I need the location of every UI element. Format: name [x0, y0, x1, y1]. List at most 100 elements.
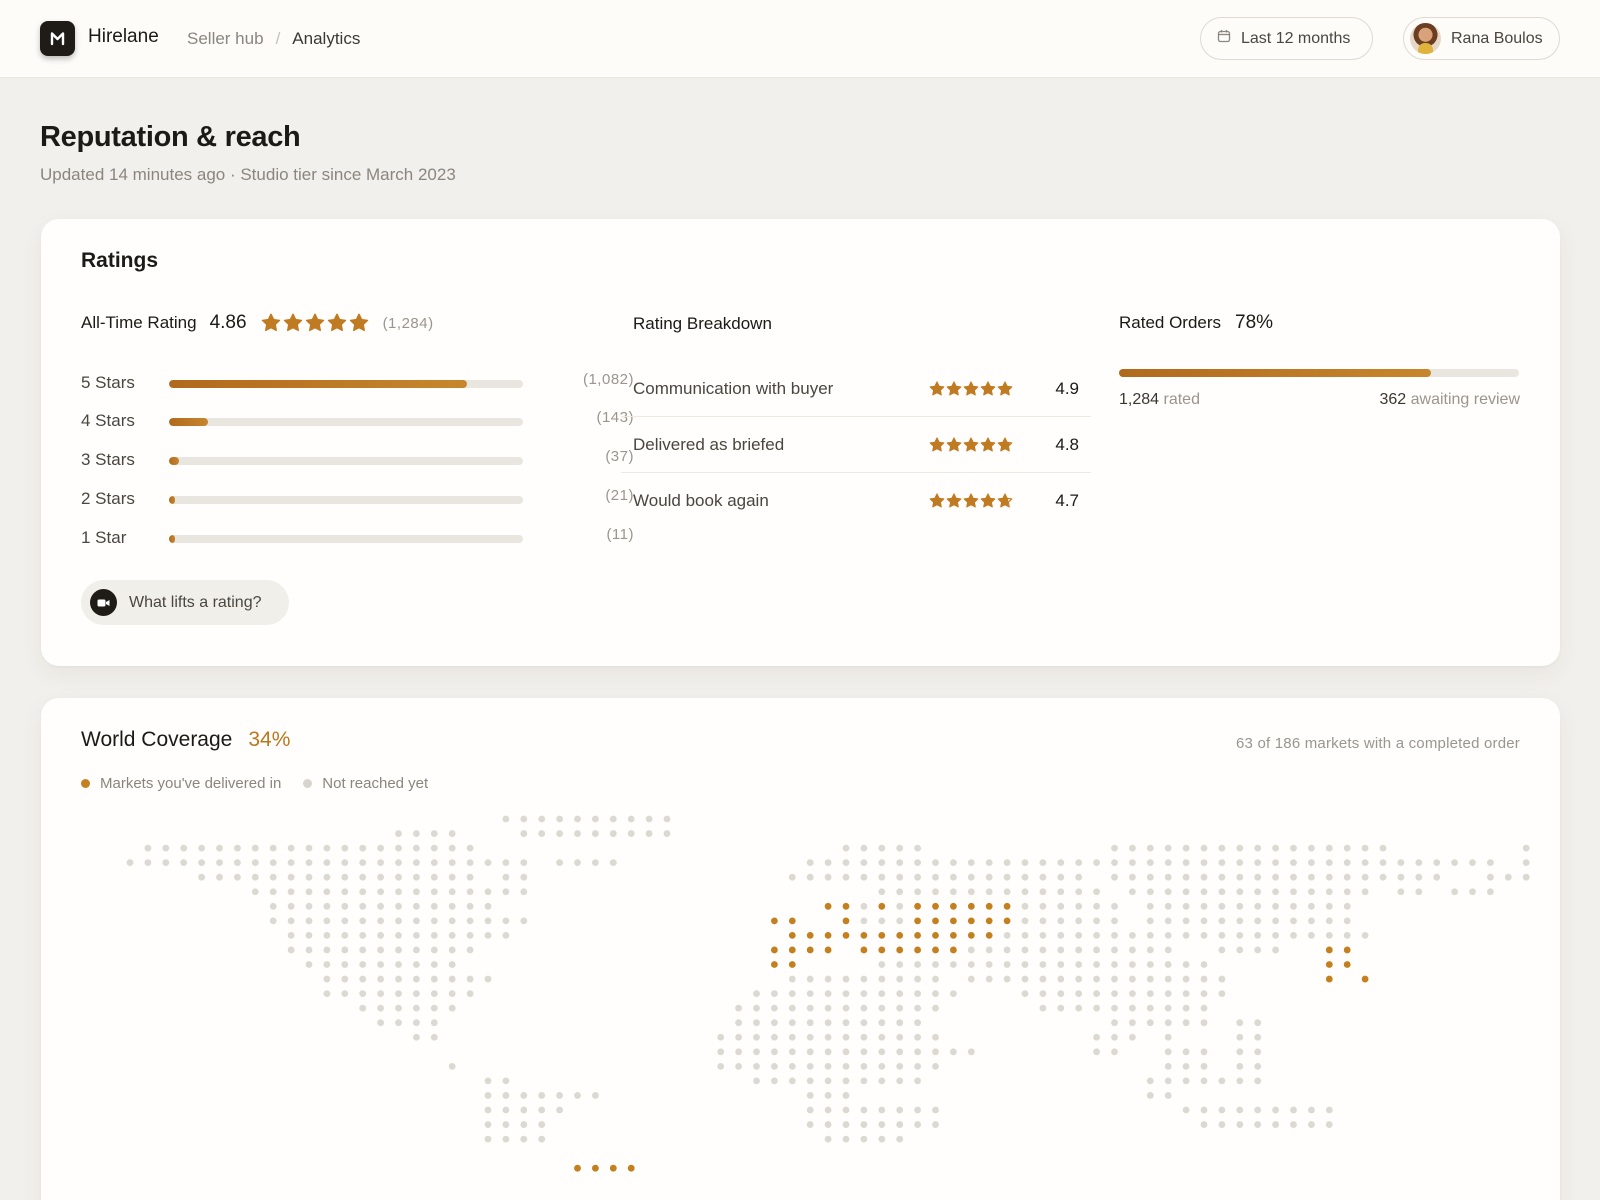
map-dot-not-reached: [269, 902, 277, 910]
map-dot-delivered: [1343, 946, 1351, 954]
map-dot-not-reached: [950, 888, 957, 896]
distribution-fill: [169, 535, 176, 543]
map-dot-not-reached: [1254, 917, 1262, 925]
map-dot-delivered: [860, 946, 868, 954]
map-dot-not-reached: [896, 1048, 904, 1056]
map-dot-not-reached: [1272, 902, 1279, 910]
map-dot-not-reached: [1164, 917, 1172, 925]
map-dot-not-reached: [413, 1033, 420, 1041]
map-dot-not-reached: [359, 888, 367, 896]
brand-name[interactable]: Hirelane: [88, 26, 159, 48]
distribution-fill: [169, 380, 468, 388]
user-menu-button[interactable]: Rana Boulos: [1403, 17, 1560, 60]
map-dot-delivered: [824, 902, 832, 910]
map-dot-not-reached: [1182, 932, 1190, 939]
map-dot-not-reached: [950, 990, 957, 997]
map-dot-not-reached: [1236, 946, 1244, 954]
map-dot-not-reached: [806, 873, 814, 881]
map-dot-not-reached: [1200, 961, 1208, 968]
map-dot-not-reached: [627, 830, 635, 837]
breadcrumb-seller-hub[interactable]: Seller hub: [187, 29, 264, 49]
map-dot-not-reached: [1236, 1121, 1244, 1128]
map-dot-not-reached: [788, 1048, 796, 1056]
map-dot-not-reached: [1093, 1004, 1100, 1012]
map-dot-not-reached: [538, 830, 546, 837]
map-dot-not-reached: [395, 946, 402, 954]
map-dot-not-reached: [824, 873, 832, 881]
map-dot-not-reached: [878, 961, 886, 968]
map-dot-not-reached: [1182, 844, 1190, 852]
map-dot-not-reached: [1451, 888, 1458, 896]
distribution-row: 2 Stars (21): [81, 487, 634, 509]
map-dot-not-reached: [234, 844, 241, 852]
map-dot-not-reached: [896, 1062, 904, 1070]
map-dot-not-reached: [144, 859, 152, 867]
map-dot-not-reached: [1415, 873, 1423, 881]
map-dot-not-reached: [663, 815, 671, 823]
breakdown-stars: [929, 493, 1013, 509]
map-dot-not-reached: [305, 873, 313, 881]
map-dot-not-reached: [1379, 859, 1387, 867]
map-dot-not-reached: [216, 844, 223, 852]
map-dot-not-reached: [377, 1019, 384, 1027]
map-dot-not-reached: [914, 888, 921, 896]
map-dot-not-reached: [1343, 873, 1351, 881]
map-dot-not-reached: [806, 1019, 814, 1027]
map-dot-not-reached: [1236, 932, 1244, 939]
map-dot-not-reached: [1236, 873, 1244, 881]
map-dot-not-reached: [1039, 961, 1047, 968]
what-lifts-rating-button[interactable]: What lifts a rating?: [81, 580, 289, 625]
map-dot-not-reached: [1021, 917, 1029, 925]
map-dot-not-reached: [1039, 873, 1047, 881]
map-dot-not-reached: [1129, 1019, 1136, 1027]
map-dot-not-reached: [1146, 902, 1154, 910]
map-dot-not-reached: [1290, 932, 1297, 939]
map-dot-not-reached: [824, 1121, 832, 1128]
map-dot-not-reached: [896, 1077, 904, 1085]
hirelane-logo-icon[interactable]: [40, 21, 75, 56]
map-dot-not-reached: [1182, 961, 1190, 968]
map-dot-not-reached: [806, 859, 814, 867]
map-dot-not-reached: [1146, 859, 1154, 867]
map-dot-not-reached: [753, 1048, 760, 1056]
map-dot-not-reached: [1200, 975, 1208, 983]
map-dot-not-reached: [430, 1004, 438, 1012]
map-dot-not-reached: [1236, 859, 1244, 867]
map-dot-not-reached: [1361, 859, 1369, 867]
map-dot-not-reached: [1182, 859, 1190, 867]
map-dot-not-reached: [932, 975, 939, 983]
map-dot-not-reached: [413, 859, 420, 867]
breakdown-label: Communication with buyer: [633, 378, 834, 398]
map-dot-not-reached: [878, 1019, 886, 1027]
map-dot-not-reached: [1057, 961, 1065, 968]
date-range-button[interactable]: Last 12 months: [1200, 17, 1373, 60]
map-dot-not-reached: [860, 1106, 868, 1114]
map-dot-not-reached: [395, 1019, 402, 1027]
map-dot-not-reached: [466, 932, 474, 939]
map-dot-not-reached: [878, 844, 886, 852]
map-dot-not-reached: [985, 961, 993, 968]
map-dot-not-reached: [502, 917, 510, 925]
map-dot-not-reached: [1504, 873, 1512, 881]
map-dot-not-reached: [1021, 961, 1029, 968]
star-icon: [963, 493, 979, 509]
map-dot-not-reached: [538, 1121, 546, 1128]
map-dot-not-reached: [359, 917, 367, 925]
map-dot-not-reached: [448, 961, 456, 968]
map-dot-not-reached: [878, 1048, 886, 1056]
map-dot-not-reached: [198, 873, 206, 881]
map-dot-not-reached: [1254, 1062, 1262, 1070]
map-dot-not-reached: [788, 1033, 796, 1041]
map-dot-not-reached: [1433, 859, 1441, 867]
map-dot-delivered: [806, 946, 814, 954]
map-dot-delivered: [878, 946, 886, 954]
map-dot-delivered: [878, 932, 886, 939]
map-dot-not-reached: [878, 873, 886, 881]
map-dot-not-reached: [1021, 902, 1029, 910]
map-dot-delivered: [932, 902, 939, 910]
map-dot-not-reached: [1200, 990, 1208, 997]
map-dot-not-reached: [1111, 1019, 1118, 1027]
map-dot-not-reached: [771, 1004, 778, 1012]
map-dot-not-reached: [860, 873, 868, 881]
map-dot-not-reached: [395, 932, 402, 939]
